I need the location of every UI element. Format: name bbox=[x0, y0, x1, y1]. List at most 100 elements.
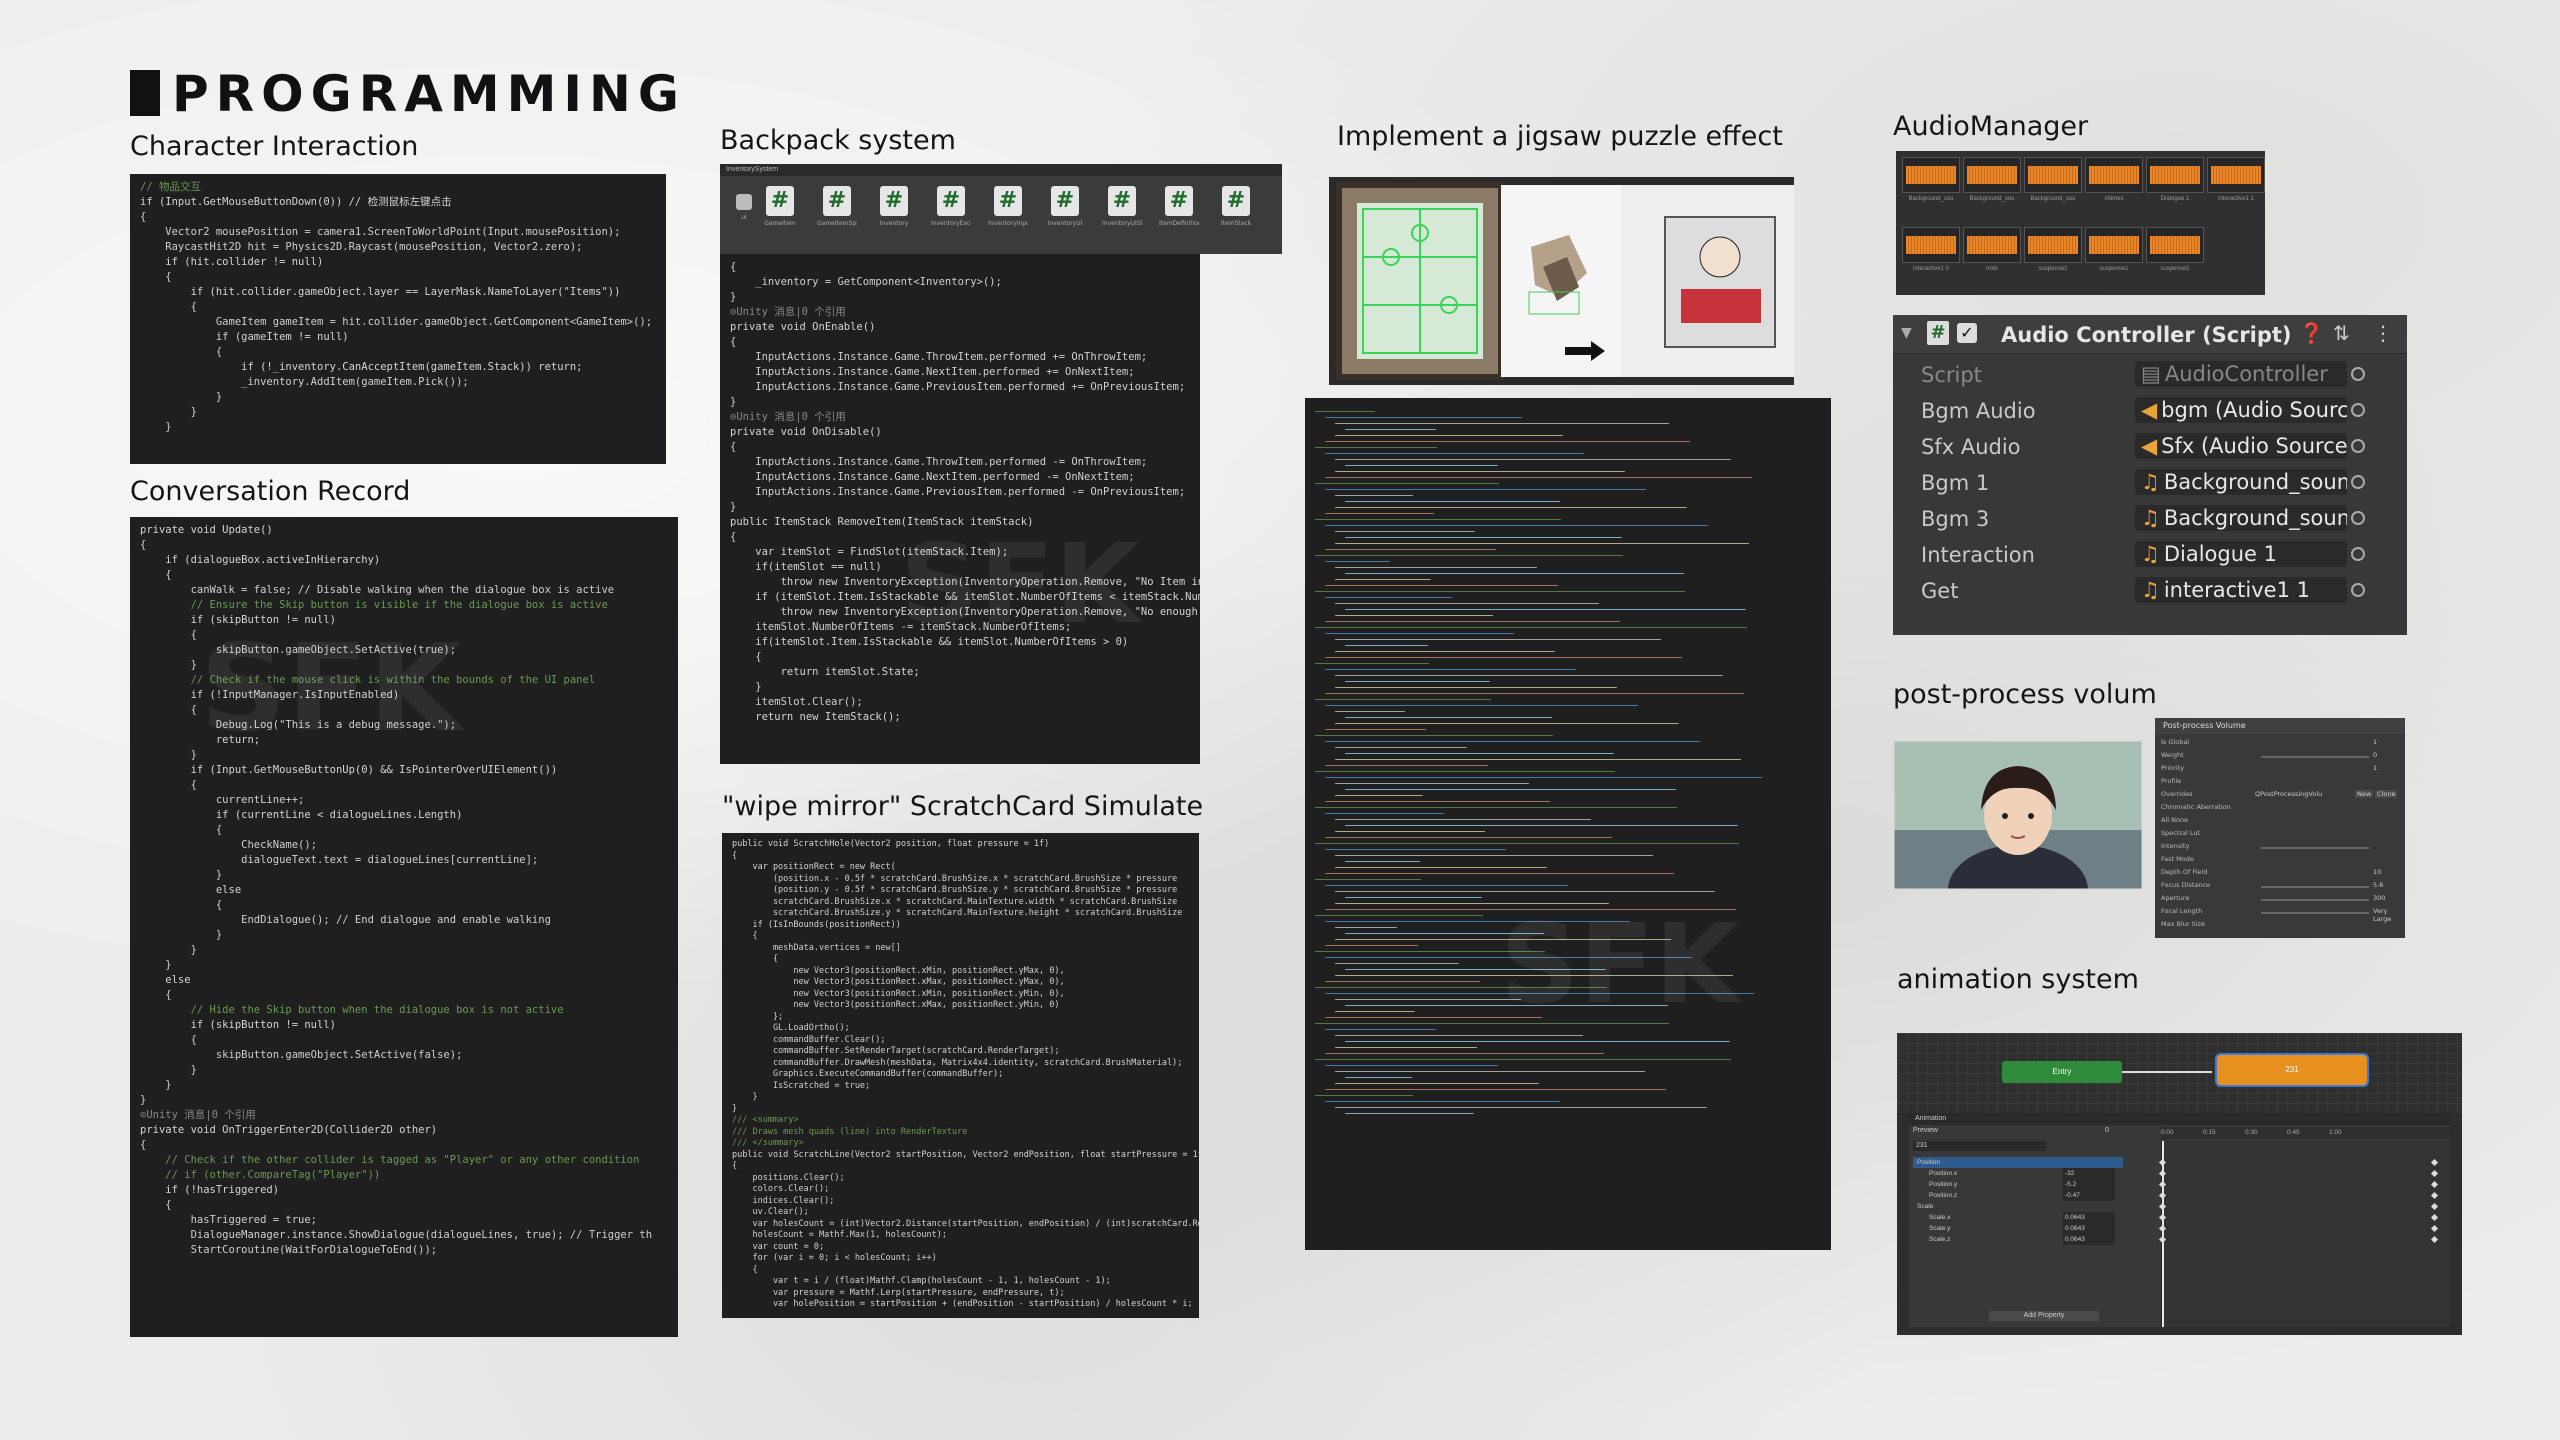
object-field[interactable]: ♫ Dialogue 1 bbox=[2135, 541, 2347, 567]
property-row[interactable]: Position.x -32 bbox=[1913, 1168, 2123, 1179]
value-field[interactable]: 0 bbox=[2373, 751, 2377, 759]
audio-clip[interactable]: note bbox=[1963, 227, 2021, 272]
value-field[interactable]: 5.6 bbox=[2373, 881, 2383, 889]
audio-clip[interactable]: suspense1 bbox=[2146, 227, 2204, 272]
keyframe[interactable] bbox=[2158, 1202, 2167, 1211]
more-options-icon[interactable]: ⋮ bbox=[2373, 321, 2393, 345]
keyframe[interactable] bbox=[2158, 1158, 2167, 1167]
property-value[interactable]: 0.0643 bbox=[2063, 1234, 2115, 1245]
help-icon[interactable]: ❓ bbox=[2299, 321, 2324, 345]
script-file-item[interactable]: # Inventory bbox=[874, 186, 914, 234]
audio-clip[interactable]: Background_sou bbox=[2024, 157, 2082, 202]
object-picker-icon[interactable] bbox=[2351, 547, 2365, 561]
property-value[interactable]: -32 bbox=[2063, 1168, 2115, 1179]
property-row[interactable]: Scale.y 0.0643 bbox=[1913, 1223, 2123, 1234]
property-value[interactable]: -5.2 bbox=[2063, 1179, 2115, 1190]
object-field[interactable]: ◀ Sfx (Audio Source) bbox=[2135, 433, 2347, 459]
object-picker-icon[interactable] bbox=[2351, 403, 2365, 417]
audio-clip[interactable]: Background_sou bbox=[1902, 157, 1960, 202]
property-row[interactable]: Position.y -5.2 bbox=[1913, 1179, 2123, 1190]
keyframe[interactable] bbox=[2158, 1235, 2167, 1244]
keyframe[interactable] bbox=[2158, 1224, 2167, 1233]
clip-state-node[interactable]: 231 bbox=[2217, 1055, 2367, 1085]
audio-clip[interactable]: Background_sou bbox=[1963, 157, 2021, 202]
music-note-icon: ♫ bbox=[2141, 470, 2160, 494]
property-row[interactable]: Scale.x 0.0643 bbox=[1913, 1212, 2123, 1223]
property-value[interactable]: 0.0643 bbox=[2063, 1212, 2115, 1223]
keyframe[interactable] bbox=[2158, 1169, 2167, 1178]
collapse-arrow-icon[interactable]: ▼ bbox=[1901, 325, 1912, 341]
keyframe[interactable] bbox=[2158, 1191, 2167, 1200]
frame-field[interactable]: 0 bbox=[2105, 1127, 2109, 1134]
keyframe[interactable] bbox=[2430, 1213, 2439, 1222]
object-field[interactable]: ♫ Background_sounc bbox=[2135, 469, 2347, 495]
script-file-item[interactable]: # InventoryUISlo bbox=[1102, 186, 1142, 234]
object-field[interactable]: ▤ AudioController bbox=[2135, 361, 2347, 387]
object-picker-icon[interactable] bbox=[2351, 367, 2365, 381]
new-button[interactable]: New bbox=[2355, 790, 2374, 798]
code-line-placeholder bbox=[1315, 518, 1561, 520]
keyframe[interactable] bbox=[2430, 1191, 2439, 1200]
property-row[interactable]: Scale.z 0.0643 bbox=[1913, 1234, 2123, 1245]
audio-clip[interactable]: suspense1 bbox=[2085, 227, 2143, 272]
enabled-checkbox[interactable]: ✓ bbox=[1957, 323, 1977, 343]
object-field[interactable]: ♫ interactive1 1 bbox=[2135, 577, 2347, 603]
add-property-button[interactable]: Add Property bbox=[1989, 1311, 2099, 1321]
keyframe[interactable] bbox=[2430, 1224, 2439, 1233]
audio-clip[interactable]: Dialogue 1 bbox=[2146, 157, 2204, 202]
object-field[interactable]: ◀ bgm (Audio Source bbox=[2135, 397, 2347, 423]
clone-button[interactable]: Clone bbox=[2375, 790, 2398, 798]
folder-item[interactable]: ui bbox=[724, 186, 764, 234]
clip-dropdown[interactable]: 231 bbox=[1913, 1141, 2046, 1151]
object-picker-icon[interactable] bbox=[2351, 583, 2365, 597]
object-picker-icon[interactable] bbox=[2351, 475, 2365, 489]
dopesheet[interactable] bbox=[2158, 1141, 2450, 1327]
keyframe[interactable] bbox=[2430, 1169, 2439, 1178]
pp-label: Chromatic Aberration bbox=[2161, 803, 2231, 811]
object-field[interactable]: ♫ Background_sounc bbox=[2135, 505, 2347, 531]
slider-track[interactable] bbox=[2261, 899, 2369, 901]
code-line-placeholder bbox=[1345, 680, 1490, 682]
code-line: InputActions.Instance.Game.NextItem.perf… bbox=[730, 471, 1135, 483]
keyframe[interactable] bbox=[2430, 1158, 2439, 1167]
preset-icon[interactable]: ⇅ bbox=[2333, 321, 2350, 345]
keyframe[interactable] bbox=[2158, 1180, 2167, 1189]
slider-track[interactable] bbox=[2261, 847, 2369, 849]
script-file-item[interactable]: # GameItem bbox=[760, 186, 800, 234]
pp-label: Focal Length bbox=[2161, 907, 2203, 915]
value-field[interactable]: Very Large bbox=[2373, 907, 2405, 923]
profile-field[interactable]: QPostProcessingVolu bbox=[2255, 790, 2322, 798]
script-file-item[interactable]: # ItemDefinition bbox=[1159, 186, 1199, 234]
script-file-item[interactable]: # InventoryUI bbox=[1045, 186, 1085, 234]
keyframe[interactable] bbox=[2430, 1180, 2439, 1189]
file-label: ItemStack bbox=[1220, 220, 1252, 227]
object-picker-icon[interactable] bbox=[2351, 439, 2365, 453]
pp-label: Intensity bbox=[2161, 842, 2190, 850]
value-field[interactable]: 1 bbox=[2373, 764, 2377, 772]
script-file-item[interactable]: # InventoryInputHa bbox=[988, 186, 1028, 234]
value-field[interactable]: 1 bbox=[2373, 738, 2377, 746]
keyframe[interactable] bbox=[2430, 1235, 2439, 1244]
keyframe[interactable] bbox=[2158, 1213, 2167, 1222]
property-row[interactable]: Scale bbox=[1913, 1201, 2123, 1212]
property-value[interactable]: -0.47 bbox=[2063, 1190, 2115, 1201]
slider-track[interactable] bbox=[2261, 756, 2369, 758]
animation-tab[interactable]: Animation bbox=[1909, 1113, 2450, 1125]
script-file-item[interactable]: # GameItemSpawner bbox=[817, 186, 857, 234]
property-row[interactable]: Position.z -0.47 bbox=[1913, 1190, 2123, 1201]
audio-clip[interactable]: interactive1 0 bbox=[1902, 227, 1960, 272]
slider-track[interactable] bbox=[2261, 912, 2369, 914]
script-file-item[interactable]: # InventoryExceptio bbox=[931, 186, 971, 234]
slider-track[interactable] bbox=[2261, 886, 2369, 888]
object-picker-icon[interactable] bbox=[2351, 511, 2365, 525]
property-row[interactable]: Position bbox=[1913, 1157, 2123, 1168]
audio-clip[interactable]: chimes bbox=[2085, 157, 2143, 202]
value-field[interactable]: 300 bbox=[2373, 894, 2385, 902]
keyframe[interactable] bbox=[2430, 1202, 2439, 1211]
script-file-item[interactable]: # ItemStack bbox=[1216, 186, 1256, 234]
entry-state-node[interactable]: Entry bbox=[2002, 1061, 2122, 1083]
audio-clip[interactable]: interactive1 1 bbox=[2207, 157, 2265, 202]
property-value[interactable]: 0.0643 bbox=[2063, 1223, 2115, 1234]
value-field[interactable]: 10 bbox=[2373, 868, 2381, 876]
audio-clip[interactable]: suspense1 bbox=[2024, 227, 2082, 272]
